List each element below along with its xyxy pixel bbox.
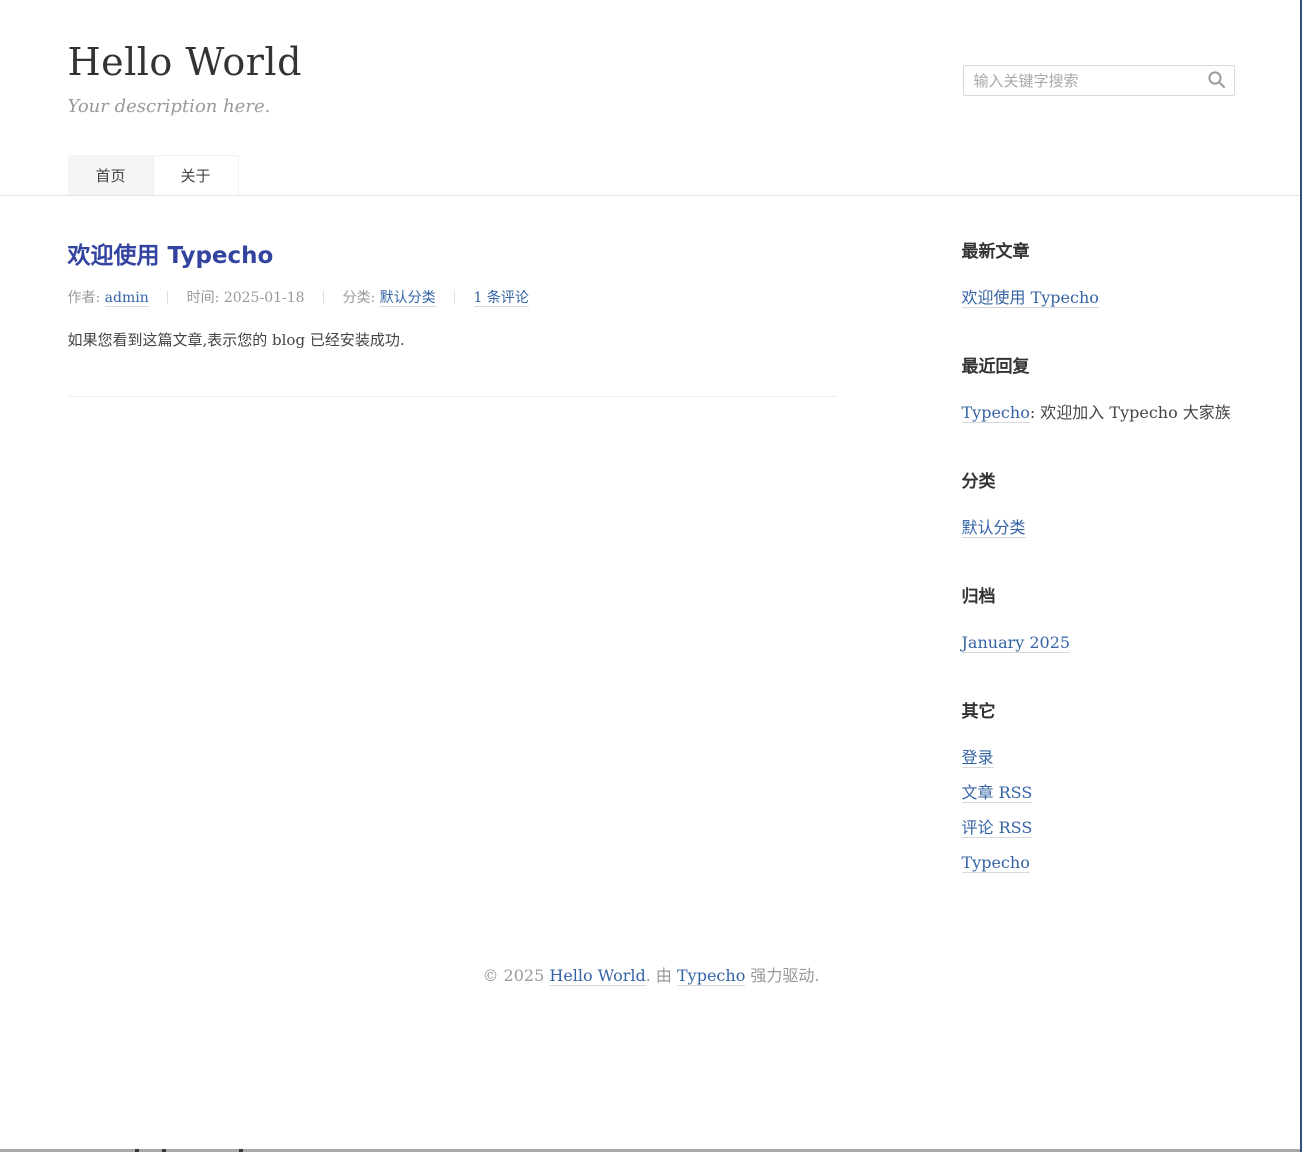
post-author-link[interactable]: admin xyxy=(105,290,149,307)
search-input[interactable] xyxy=(963,65,1235,96)
typecho-link[interactable]: Typecho xyxy=(962,853,1030,873)
widget-title-recent: 最近回复 xyxy=(962,352,1235,377)
main-nav: 首页 关于 xyxy=(68,155,238,195)
content-area: 欢迎使用 Typecho 作者: admin 时间: 2025-01-18 分类… xyxy=(68,196,1235,917)
widget-title-categories: 分类 xyxy=(962,467,1235,492)
archive-link[interactable]: January 2025 xyxy=(962,633,1071,653)
list-item: 默认分类 xyxy=(962,518,1235,537)
post-body: 如果您看到这篇文章,表示您的 blog 已经安装成功. xyxy=(68,329,837,352)
widget-other: 其它 登录 文章 RSS 评论 RSS Typecho xyxy=(962,697,1235,872)
meta-separator xyxy=(323,291,324,304)
latest-post-link[interactable]: 欢迎使用 Typecho xyxy=(962,288,1099,308)
post-time-label: 时间: xyxy=(187,290,220,306)
meta-separator xyxy=(167,291,168,304)
widget-archives: 归档 January 2025 xyxy=(962,582,1235,652)
post-title-link[interactable]: 欢迎使用 Typecho xyxy=(68,236,274,270)
recent-comment-author-link[interactable]: Typecho xyxy=(962,403,1030,423)
site-title[interactable]: Hello World xyxy=(68,0,302,84)
post-meta: 作者: admin 时间: 2025-01-18 分类: 默认分类 1 条评论 xyxy=(68,287,837,307)
page: Hello World Your description here. 首页 关于 xyxy=(0,0,1302,1152)
nav-item-about[interactable]: 关于 xyxy=(153,155,239,195)
search-icon xyxy=(1207,77,1226,92)
widget-title-archives: 归档 xyxy=(962,582,1235,607)
list-item: 文章 RSS xyxy=(962,783,1235,802)
footer-powered-text: 强力驱动. xyxy=(745,966,819,985)
widget-title-other: 其它 xyxy=(962,697,1235,722)
list-item: Typecho xyxy=(962,853,1235,872)
widget-title-latest: 最新文章 xyxy=(962,237,1235,262)
search-button[interactable] xyxy=(1201,66,1233,95)
search-form xyxy=(963,65,1235,96)
list-item: 欢迎使用 Typecho xyxy=(962,288,1235,307)
list-item: Typecho: 欢迎加入 Typecho 大家族 xyxy=(962,403,1235,422)
category-link[interactable]: 默认分类 xyxy=(962,518,1026,538)
post-category-label: 分类: xyxy=(342,290,375,306)
widget-categories: 分类 默认分类 xyxy=(962,467,1235,537)
main-column: 欢迎使用 Typecho 作者: admin 时间: 2025-01-18 分类… xyxy=(68,196,837,917)
meta-separator xyxy=(454,291,455,304)
post-divider xyxy=(68,396,837,397)
comments-rss-link[interactable]: 评论 RSS xyxy=(962,818,1033,838)
footer-site-link[interactable]: Hello World xyxy=(549,966,645,986)
footer-engine-link[interactable]: Typecho xyxy=(677,966,745,986)
nav-item-home[interactable]: 首页 xyxy=(68,155,154,195)
footer-mid-text: . 由 xyxy=(646,966,677,985)
list-item: 登录 xyxy=(962,748,1235,767)
post-category-link[interactable]: 默认分类 xyxy=(380,290,436,307)
recent-comment-text: : 欢迎加入 Typecho 大家族 xyxy=(1030,403,1231,422)
widget-latest-posts: 最新文章 欢迎使用 Typecho xyxy=(962,237,1235,307)
header-inner: Hello World Your description here. 首页 关于 xyxy=(68,0,1235,195)
post-time: 2025-01-18 xyxy=(224,290,305,306)
footer-copyright: © 2025 xyxy=(482,966,549,985)
login-link[interactable]: 登录 xyxy=(962,748,994,768)
site-header: Hello World Your description here. 首页 关于 xyxy=(0,0,1302,196)
widget-recent-comments: 最近回复 Typecho: 欢迎加入 Typecho 大家族 xyxy=(962,352,1235,422)
site-description: Your description here. xyxy=(68,96,1235,117)
list-item: January 2025 xyxy=(962,633,1235,652)
site-footer: © 2025 Hello World. 由 Typecho 强力驱动. xyxy=(0,917,1302,986)
post: 欢迎使用 Typecho 作者: admin 时间: 2025-01-18 分类… xyxy=(68,196,837,397)
posts-rss-link[interactable]: 文章 RSS xyxy=(962,783,1033,803)
post-author-label: 作者: xyxy=(68,290,101,306)
list-item: 评论 RSS xyxy=(962,818,1235,837)
sidebar: 最新文章 欢迎使用 Typecho 最近回复 Typecho: 欢迎加入 Typ… xyxy=(962,196,1235,917)
post-comments-link[interactable]: 1 条评论 xyxy=(474,290,529,307)
